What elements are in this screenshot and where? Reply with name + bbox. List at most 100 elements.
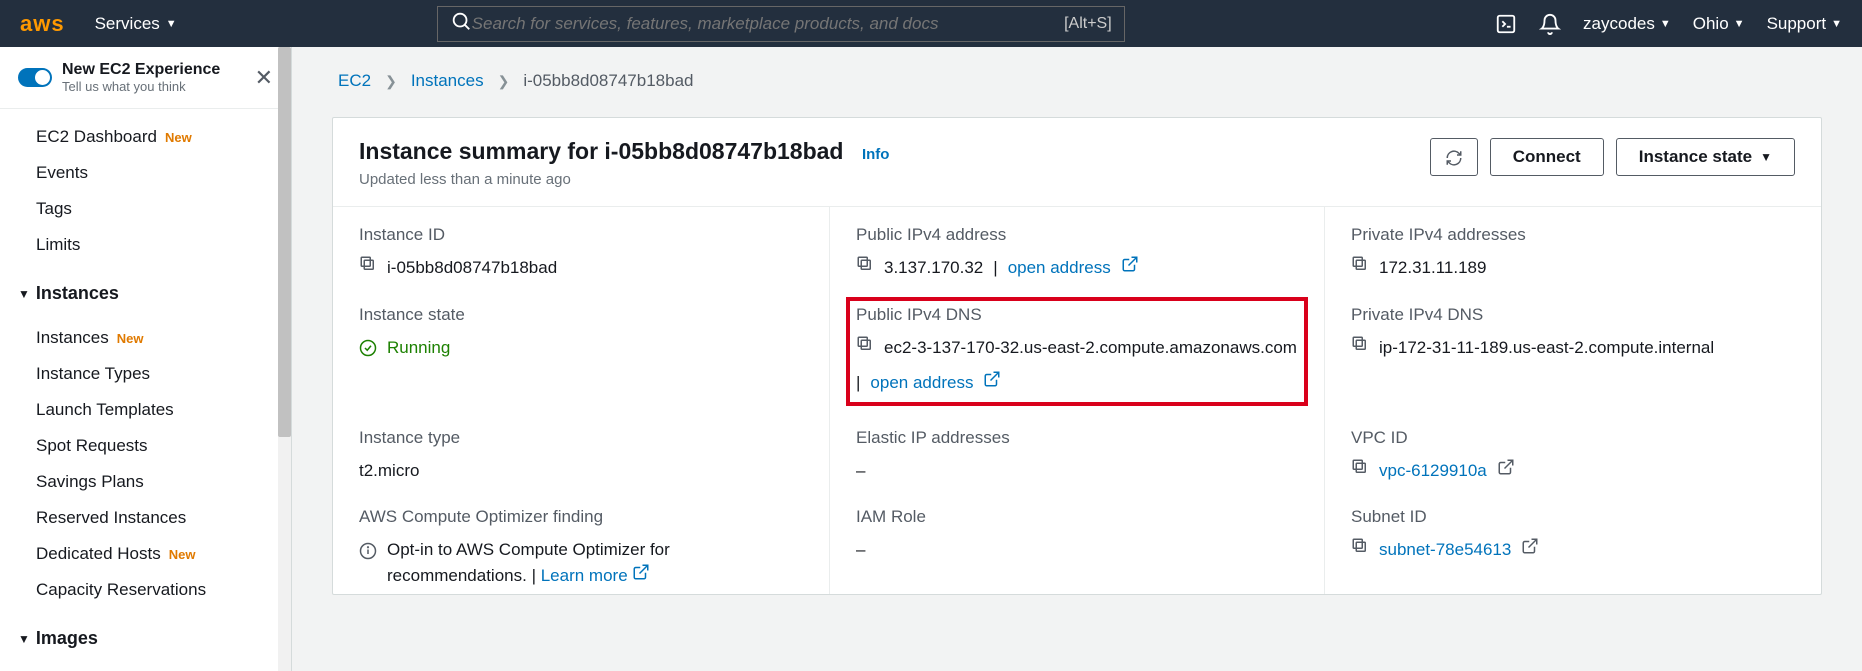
refresh-button[interactable] [1430,138,1478,176]
private-ipv4-value: 172.31.11.189 [1379,255,1486,281]
scrollbar-thumb[interactable] [278,47,291,437]
global-search[interactable]: [Alt+S] [437,6,1125,42]
highlighted-region: Public IPv4 DNS ec2-3-137-170-32.us-east… [846,297,1308,406]
sidebar-item-events[interactable]: Events [0,155,291,191]
services-menu[interactable]: Services ▼ [95,14,177,34]
public-dns-label: Public IPv4 DNS [856,305,1298,325]
sidebar-item-limits[interactable]: Limits [0,227,291,263]
support-menu[interactable]: Support▼ [1767,14,1842,34]
sidebar: New EC2 Experience Tell us what you thin… [0,47,292,671]
breadcrumb-instances[interactable]: Instances [411,71,484,91]
chevron-right-icon: ❯ [498,73,510,90]
caret-down-icon: ▼ [1734,18,1745,30]
private-dns-value: ip-172-31-11-189.us-east-2.compute.inter… [1379,335,1714,361]
connect-button[interactable]: Connect [1490,138,1604,176]
sidebar-item-label: Dedicated Hosts [36,544,161,564]
sidebar-item-reserved-instances[interactable]: Reserved Instances [0,500,291,536]
private-dns-label: Private IPv4 DNS [1351,305,1795,325]
sidebar-item-tags[interactable]: Tags [0,191,291,227]
external-link-icon[interactable] [632,563,650,581]
breadcrumb: EC2 ❯ Instances ❯ i-05bb8d08747b18bad [332,71,1822,91]
chevron-down-icon: ▼ [18,632,30,646]
sidebar-item-label: Events [36,163,88,183]
new-experience-banner: New EC2 Experience Tell us what you thin… [0,47,291,109]
sidebar-item-label: Instances [36,328,109,348]
new-badge: New [165,130,192,145]
sidebar-section-images[interactable]: ▼ Images [0,618,291,655]
copy-icon[interactable] [856,335,874,353]
main-content: EC2 ❯ Instances ❯ i-05bb8d08747b18bad In… [292,47,1862,671]
new-badge: New [169,547,196,562]
public-ipv4-label: Public IPv4 address [856,225,1298,245]
instance-state-label: Instance state [359,305,803,325]
vpc-id-link[interactable]: vpc-6129910a [1379,458,1487,484]
notifications-icon[interactable] [1539,13,1561,35]
sidebar-item-label: Capacity Reservations [36,580,206,600]
iam-role-value: – [856,537,865,563]
close-icon[interactable]: ✕ [255,65,273,91]
scrollbar[interactable] [278,47,291,671]
new-experience-toggle[interactable] [18,68,52,87]
caret-down-icon: ▼ [1760,150,1772,164]
instance-id-label: Instance ID [359,225,803,245]
instance-state-button[interactable]: Instance state▼ [1616,138,1795,176]
sidebar-item-label: Savings Plans [36,472,144,492]
sidebar-item-ec2-dashboard[interactable]: EC2 DashboardNew [0,119,291,155]
new-badge: New [117,331,144,346]
open-address-link[interactable]: open address [1008,255,1111,281]
account-menu[interactable]: zaycodes▼ [1583,14,1671,34]
status-ok-icon [359,335,377,361]
new-experience-title: New EC2 Experience [62,61,220,79]
instance-id-value: i-05bb8d08747b18bad [387,255,557,281]
external-link-icon[interactable] [1121,255,1139,273]
external-link-icon[interactable] [1497,458,1515,476]
copy-icon[interactable] [1351,458,1369,476]
copy-icon[interactable] [1351,255,1369,273]
external-link-icon[interactable] [1521,537,1539,555]
sidebar-item-instances[interactable]: Instances New [0,320,291,356]
copy-icon[interactable] [359,255,377,273]
sidebar-item-capacity-reservations[interactable]: Capacity Reservations [0,572,291,608]
region-menu[interactable]: Ohio▼ [1693,14,1745,34]
copy-icon[interactable] [856,255,874,273]
caret-down-icon: ▼ [166,18,177,30]
caret-down-icon: ▼ [1831,18,1842,30]
sidebar-item-spot-requests[interactable]: Spot Requests [0,428,291,464]
cloudshell-icon[interactable] [1495,13,1517,35]
sidebar-item-instance-types[interactable]: Instance Types [0,356,291,392]
aws-logo[interactable]: aws [20,11,65,37]
breadcrumb-ec2[interactable]: EC2 [338,71,371,91]
external-link-icon[interactable] [983,370,1001,388]
vpc-id-label: VPC ID [1351,428,1795,448]
elastic-ip-label: Elastic IP addresses [856,428,1298,448]
page-title: Instance summary for i-05bb8d08747b18bad [359,138,843,164]
learn-more-link[interactable]: Learn more [541,566,628,585]
instance-state-value: Running [387,335,450,361]
copy-icon[interactable] [1351,335,1369,353]
services-label: Services [95,14,160,34]
search-input[interactable] [472,14,1054,34]
info-link[interactable]: Info [862,146,890,163]
sidebar-item-label: Tags [36,199,72,219]
sidebar-item-launch-templates[interactable]: Launch Templates [0,392,291,428]
breadcrumb-current: i-05bb8d08747b18bad [523,71,693,91]
sidebar-item-label: Limits [36,235,80,255]
subnet-id-label: Subnet ID [1351,507,1795,527]
elastic-ip-value: – [856,458,865,484]
sidebar-item-label: Reserved Instances [36,508,186,528]
search-icon [450,10,472,37]
sidebar-section-instances[interactable]: ▼ Instances [0,273,291,310]
private-ipv4-label: Private IPv4 addresses [1351,225,1795,245]
sidebar-item-savings-plans[interactable]: Savings Plans [0,464,291,500]
new-experience-sub[interactable]: Tell us what you think [62,79,220,94]
sidebar-item-dedicated-hosts[interactable]: Dedicated Hosts New [0,536,291,572]
caret-down-icon: ▼ [1660,18,1671,30]
public-dns-value: ec2-3-137-170-32.us-east-2.compute.amazo… [884,335,1297,361]
open-address-link[interactable]: open address [870,370,973,396]
instance-type-value: t2.micro [359,458,419,484]
copy-icon[interactable] [1351,537,1369,555]
sidebar-item-label: Launch Templates [36,400,174,420]
chevron-down-icon: ▼ [18,287,30,301]
subnet-id-link[interactable]: subnet-78e54613 [1379,537,1511,563]
search-hint: [Alt+S] [1064,15,1112,33]
